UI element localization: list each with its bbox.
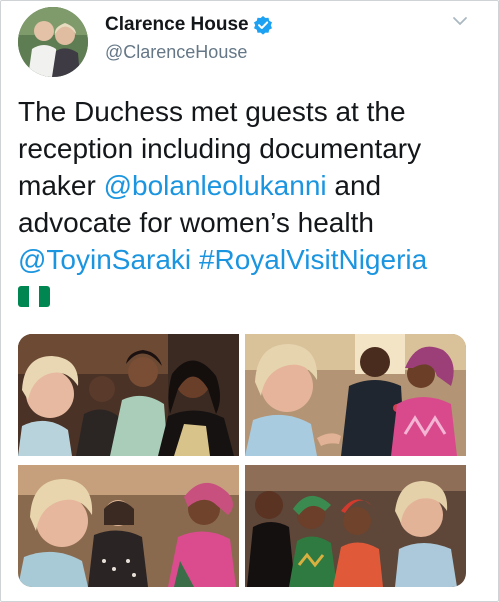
photo-4[interactable] (245, 465, 466, 587)
tweet-line-3: maker @bolanleolukanni and (18, 167, 488, 204)
tweet-text-segment: and (326, 170, 382, 201)
photo-3[interactable] (18, 465, 239, 587)
tweet-text-segment: maker (18, 170, 104, 201)
hashtag-link[interactable]: #RoyalVisitNigeria (199, 244, 427, 275)
avatar[interactable] (18, 7, 88, 77)
handle[interactable]: @ClarenceHouse (105, 42, 247, 63)
tweet-line-5: @ToyinSaraki #RoyalVisitNigeria (18, 241, 488, 278)
tweet-text-segment (191, 244, 199, 275)
verified-badge-icon (254, 16, 272, 35)
photo-1[interactable] (18, 334, 239, 456)
tweet-text: The Duchess met guests at the reception … (18, 93, 488, 278)
mention-link[interactable]: @bolanleolukanni (104, 170, 327, 201)
nigeria-flag-emoji (18, 286, 50, 307)
mention-link[interactable]: @ToyinSaraki (18, 244, 191, 275)
tweet-line-2: reception including documentary (18, 133, 422, 164)
tweet-line-1: The Duchess met guests at the (18, 96, 406, 127)
display-name[interactable]: Clarence House (105, 14, 249, 36)
photo-2[interactable] (245, 334, 466, 456)
media-grid (18, 334, 466, 587)
chevron-down-icon[interactable] (452, 15, 468, 27)
tweet-card: Clarence House @ClarenceHouse The Duches… (0, 0, 499, 602)
tweet-line-4: advocate for women’s health (18, 207, 374, 238)
